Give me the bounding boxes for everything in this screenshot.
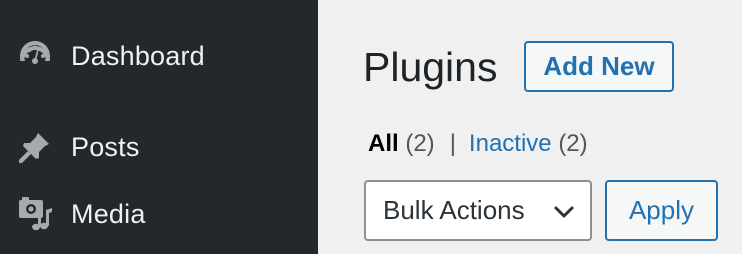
filter-all[interactable]: All (2) [368,130,435,157]
sidebar-item-label: Posts [71,131,140,162]
sidebar-item-posts[interactable]: Posts [0,125,318,169]
wp-admin-page: Dashboard Posts Media Plugins Add New Al… [0,0,742,254]
admin-sidebar: Dashboard Posts Media [0,0,318,254]
sidebar-item-media[interactable]: Media [0,192,318,236]
filter-all-count: (2) [405,130,435,157]
main-content: Plugins Add New All (2) | Inactive (2) Bul… [318,0,742,254]
filter-inactive[interactable]: Inactive [469,130,552,157]
sidebar-item-dashboard[interactable]: Dashboard [0,34,318,78]
sidebar-item-label: Dashboard [71,40,205,71]
filter-inactive-count: (2) [558,130,588,157]
apply-button[interactable]: Apply [605,180,718,241]
filter-inactive-label: Inactive [468,130,552,157]
chevron-down-icon [554,206,574,218]
plugin-status-filters: All (2) | Inactive (2) [368,129,588,159]
sidebar-item-label: Media [71,198,146,229]
bulk-actions-select[interactable]: Bulk Actions [364,180,592,241]
filter-separator: | [449,130,456,157]
pushpin-icon [17,129,53,165]
page-title: Plugins [363,44,498,90]
filter-all-label: All [368,130,399,157]
bulk-actions-selected: Bulk Actions [383,195,525,225]
dashboard-icon [17,38,53,74]
media-icon [17,196,53,232]
add-new-button[interactable]: Add New [524,41,674,92]
